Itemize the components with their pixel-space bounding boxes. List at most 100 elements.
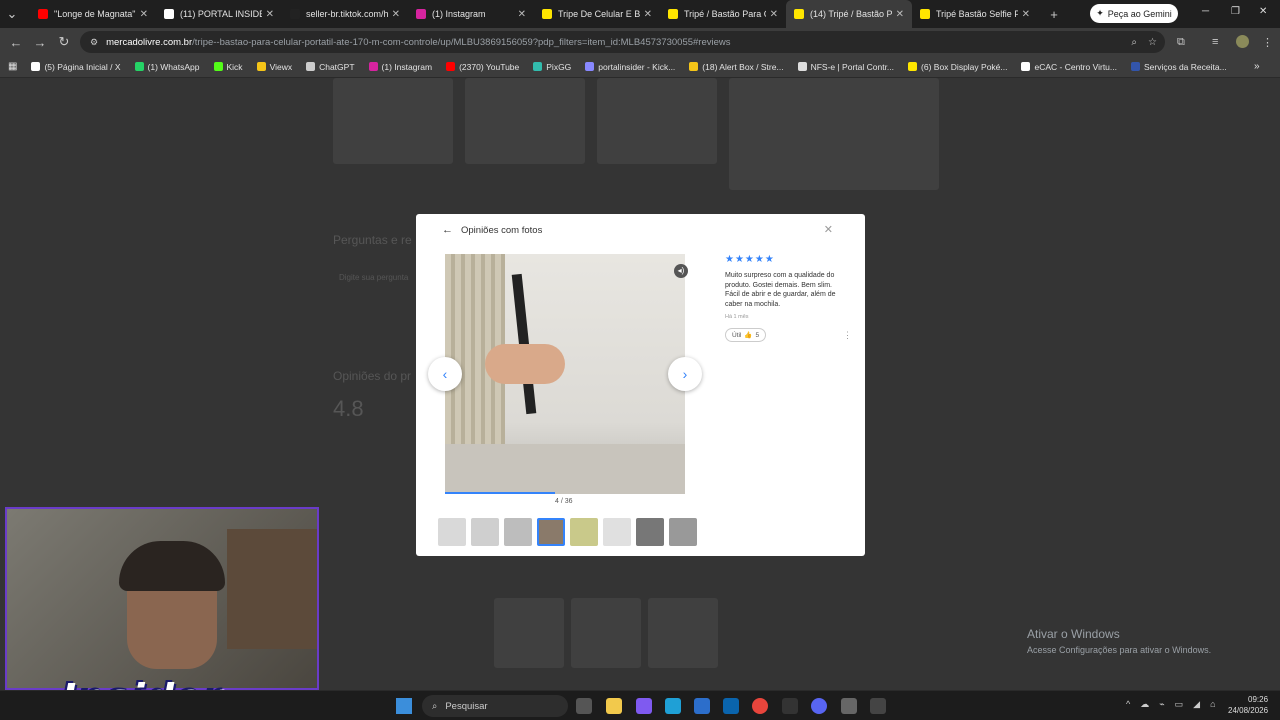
windows-start-icon[interactable]	[396, 698, 412, 714]
tab-close-icon[interactable]: ✕	[518, 9, 526, 20]
review-thumbnail[interactable]	[636, 518, 664, 546]
bookmark-item[interactable]: Viewx	[256, 62, 292, 72]
tab-close-icon[interactable]: ✕	[140, 9, 148, 20]
bookmark-star-icon[interactable]: ☆	[1148, 37, 1157, 48]
bookmark-favicon-icon	[256, 62, 266, 71]
review-thumbnail[interactable]	[504, 518, 532, 546]
bookmark-item[interactable]: Kick	[213, 61, 243, 72]
gemini-button[interactable]: ✦ Peça ao Gemini	[1090, 4, 1178, 23]
useful-button[interactable]: Útil 👍 5	[725, 328, 767, 342]
bookmark-label: (6) Box Display Poké...	[921, 61, 1008, 72]
chrome-icon[interactable]	[752, 698, 768, 714]
bookmark-item[interactable]: (6) Box Display Poké...	[908, 62, 1007, 72]
browser-tab[interactable]: (1) Instagram ✕	[408, 0, 534, 28]
forward-icon[interactable]: →	[28, 35, 52, 50]
obs-icon[interactable]	[841, 698, 857, 714]
tab-close-icon[interactable]: ✕	[1022, 9, 1030, 20]
tab-close-icon[interactable]: ✕	[266, 9, 274, 20]
review-thumbnail[interactable]	[570, 518, 598, 546]
taskbar-search-label: Pesquisar	[445, 700, 488, 712]
bookmark-item[interactable]: NFS-e | Portal Contr...	[797, 62, 894, 72]
address-bar[interactable]: ⚙ mercadolivre.com.br /tripe--bastao-par…	[80, 31, 1165, 53]
site-info-icon[interactable]: ⚙	[90, 37, 98, 48]
bookmark-item[interactable]: Serviços da Receita...	[1131, 62, 1227, 72]
review-thumbnail[interactable]	[603, 518, 631, 546]
tab-search-icon[interactable]: ⌄	[0, 6, 24, 22]
tab-close-icon[interactable]: ✕	[770, 9, 778, 20]
tab-close-icon[interactable]: ✕	[392, 9, 400, 20]
bookmark-favicon-icon	[446, 62, 456, 71]
bookmark-label: PixGG	[546, 61, 572, 72]
new-tab-button[interactable]: +	[1042, 7, 1066, 22]
maximize-icon[interactable]: ❐	[1231, 6, 1240, 17]
review-thumbnail[interactable]	[669, 518, 697, 546]
media-icon[interactable]: ≡	[1212, 36, 1218, 48]
photo-hand	[485, 344, 565, 384]
bookmark-favicon-icon	[585, 62, 595, 71]
menu-icon[interactable]: ⋮	[1262, 36, 1273, 49]
browser-tab[interactable]: (14) Tripé / Bastão Pa ✕	[786, 0, 912, 28]
bookmark-item[interactable]: portalinsider - Kick...	[585, 62, 675, 72]
review-thumbnail[interactable]	[471, 518, 499, 546]
bookmark-item[interactable]: PixGG	[533, 62, 571, 72]
back-icon[interactable]: ←	[4, 35, 28, 50]
previous-photo-button[interactable]: ‹	[428, 357, 462, 391]
extensions-icon[interactable]: ⧉	[1177, 36, 1185, 49]
bookmarks-bar: ▦ (5) Página Inicial / X (1) WhatsApp Kick…	[0, 56, 1280, 78]
profile-avatar[interactable]	[1236, 35, 1249, 48]
file-explorer-icon[interactable]	[606, 698, 622, 714]
bookmark-label: Serviços da Receita...	[1144, 61, 1227, 72]
browser-tab[interactable]: seller-br.tiktok.com/h ✕	[282, 0, 408, 28]
close-icon[interactable]: ✕	[824, 223, 833, 236]
bookmark-item[interactable]: (2370) YouTube	[446, 62, 519, 72]
bookmark-favicon-icon	[797, 62, 807, 71]
bookmark-favicon-icon	[213, 62, 223, 71]
tab-close-icon[interactable]: ✕	[644, 9, 652, 20]
edge-icon[interactable]	[665, 698, 681, 714]
tab-title: Tripé Bastão Selfie Pa	[936, 9, 1018, 19]
store-icon[interactable]	[694, 698, 710, 714]
tab-close-icon[interactable]: ✕	[896, 9, 904, 20]
reload-icon[interactable]: ↻	[52, 34, 76, 50]
outlook-icon[interactable]	[723, 698, 739, 714]
review-thumbnail[interactable]	[537, 518, 565, 546]
browser-tab[interactable]: "Longe de Magnata" ✕	[30, 0, 156, 28]
bookmark-favicon-icon	[31, 62, 41, 71]
minimize-icon[interactable]: ─	[1202, 6, 1209, 17]
browser-tab[interactable]: Tripé Bastão Selfie Pa ✕	[912, 0, 1038, 28]
close-window-icon[interactable]: ✕	[1259, 6, 1267, 17]
bookmark-item[interactable]: (1) WhatsApp	[134, 62, 200, 72]
bookmark-label: eCAC - Centro Virtu...	[1034, 61, 1117, 72]
task-view-icon[interactable]	[576, 698, 592, 714]
video-progress-bar[interactable]	[445, 492, 556, 494]
bookmark-item[interactable]: ChatGPT	[306, 62, 355, 72]
next-photo-button[interactable]: ›	[668, 357, 702, 391]
bookmark-item[interactable]: (5) Página Inicial / X	[31, 62, 121, 72]
review-thumbnail[interactable]	[438, 518, 466, 546]
bookmark-label: Kick	[226, 61, 243, 72]
taskbar-clock[interactable]: 09:26 24/08/2026	[1228, 694, 1268, 716]
browser-tab[interactable]: Tripe De Celular E Bas ✕	[534, 0, 660, 28]
bookmark-item[interactable]: eCAC - Centro Virtu...	[1021, 62, 1117, 72]
copilot-icon[interactable]	[636, 698, 652, 714]
more-options-icon[interactable]: ⋮	[843, 330, 852, 341]
clock-date: 24/08/2026	[1228, 706, 1269, 715]
capcut-icon[interactable]	[782, 698, 798, 714]
mute-icon[interactable]: ◂)	[674, 264, 688, 278]
browser-tab[interactable]: (11) PORTAL INSIDER ✕	[156, 0, 282, 28]
bookmark-item[interactable]: (1) Instagram	[368, 62, 432, 72]
bookmark-item[interactable]: (18) Alert Box / Stre...	[689, 62, 784, 72]
tab-favicon-icon	[542, 9, 552, 19]
system-tray[interactable]: ^☁⌁▭◢⌂	[1126, 699, 1226, 710]
review-photo-viewer[interactable]	[445, 254, 685, 494]
browser-tab[interactable]: Tripé / Bastão Para Ce ✕	[660, 0, 786, 28]
back-arrow-icon[interactable]: ←	[442, 224, 453, 236]
more-bookmarks-icon[interactable]: »	[1254, 61, 1260, 72]
tab-title: Tripé / Bastão Para Ce	[684, 9, 766, 19]
app-icon[interactable]	[870, 698, 886, 714]
apps-icon[interactable]: ▦	[8, 61, 17, 72]
photo-counter: 4 / 36	[555, 498, 573, 505]
zoom-icon[interactable]: ⌕	[1131, 37, 1137, 48]
discord-icon[interactable]	[811, 698, 827, 714]
taskbar-search[interactable]: ⌕ Pesquisar	[422, 695, 568, 717]
